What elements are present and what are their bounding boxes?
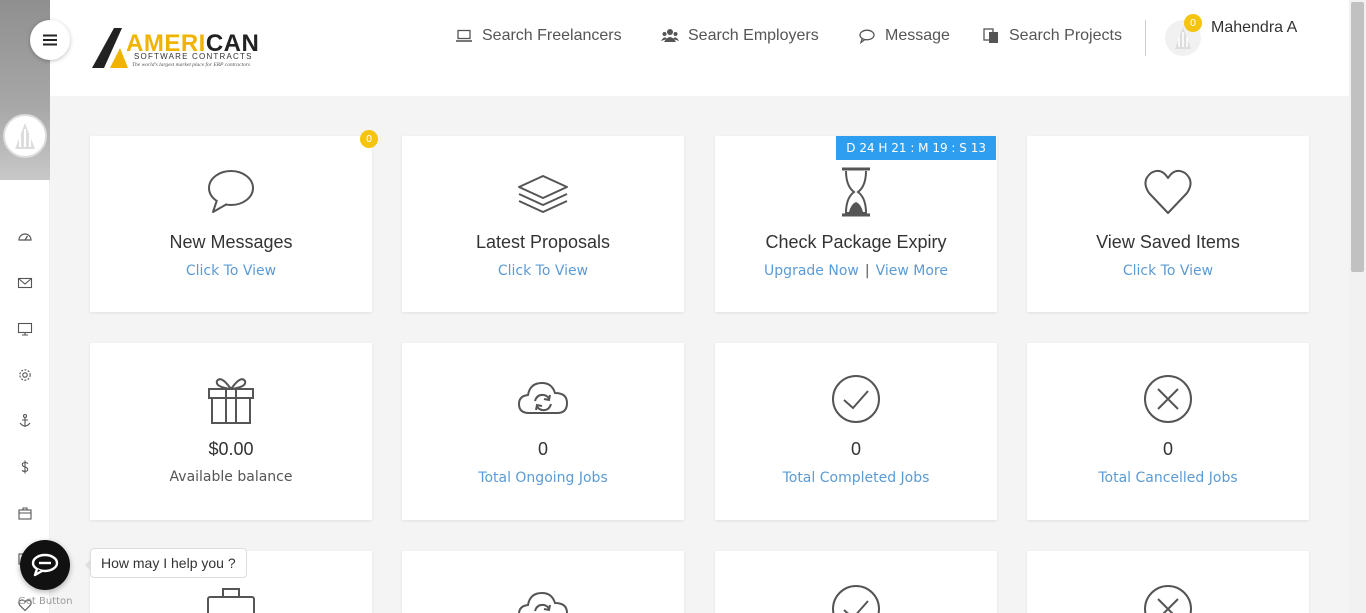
documents-icon bbox=[983, 28, 998, 43]
cloud-sync-icon bbox=[518, 591, 569, 613]
completed-jobs-count: 0 bbox=[850, 439, 861, 459]
card-new-messages[interactable]: New Messages Click To View bbox=[90, 136, 372, 312]
card-package-expiry[interactable]: D 24 H 21 : M 19 : S 13 Check Package Ex… bbox=[715, 136, 997, 312]
dollar-icon bbox=[21, 460, 29, 474]
gift-icon bbox=[208, 378, 254, 424]
menu-toggle-button[interactable] bbox=[30, 20, 70, 60]
sidebar-item-settings[interactable] bbox=[0, 352, 50, 398]
nav-label: Search Projects bbox=[1009, 27, 1122, 44]
chat-icon bbox=[859, 29, 875, 45]
sidebar-item-anchor[interactable] bbox=[0, 398, 50, 444]
card-row3-ongoing[interactable] bbox=[402, 551, 684, 613]
sidebar-avatar[interactable] bbox=[3, 114, 47, 158]
sidebar-item-projects[interactable] bbox=[0, 306, 50, 352]
top-header: AMERICAN SOFTWARE CONTRACTS The world's … bbox=[50, 0, 1350, 96]
nav-search-projects[interactable]: Search Projects bbox=[982, 27, 1122, 45]
check-circle-icon bbox=[832, 375, 880, 423]
logo-subtitle: SOFTWARE CONTRACTS bbox=[134, 52, 253, 61]
nav-search-freelancers[interactable]: Search Freelancers bbox=[455, 27, 622, 45]
ongoing-jobs-link[interactable]: Total Ongoing Jobs bbox=[402, 470, 684, 486]
chat-widget-button[interactable] bbox=[20, 540, 70, 590]
notification-badge: 0 bbox=[1184, 14, 1202, 32]
sidebar-item-dashboard[interactable] bbox=[0, 214, 50, 260]
logo[interactable]: AMERICAN SOFTWARE CONTRACTS The world's … bbox=[90, 24, 260, 72]
users-icon bbox=[661, 29, 679, 42]
nav-divider bbox=[1145, 20, 1146, 56]
nav-search-employers[interactable]: Search Employers bbox=[661, 27, 819, 45]
layers-icon bbox=[518, 175, 568, 213]
card-cancelled-jobs[interactable]: 0 Total Cancelled Jobs bbox=[1027, 343, 1309, 520]
cancelled-jobs-link[interactable]: Total Cancelled Jobs bbox=[1027, 470, 1309, 486]
chat-tooltip[interactable]: How may I help you ? bbox=[85, 548, 247, 578]
x-circle-icon bbox=[1144, 585, 1192, 613]
speech-bubble-icon bbox=[208, 170, 254, 213]
card-title: Check Package Expiry bbox=[765, 232, 947, 252]
briefcase-icon bbox=[207, 588, 255, 613]
nav-label: Message bbox=[885, 27, 950, 44]
envelope-icon bbox=[17, 277, 33, 289]
heart-outline-icon bbox=[1144, 169, 1192, 214]
nav-message[interactable]: Message bbox=[858, 27, 950, 45]
ongoing-jobs-count: 0 bbox=[537, 439, 548, 459]
link-separator: | bbox=[864, 263, 870, 279]
monitor-icon bbox=[17, 322, 33, 336]
completed-jobs-link[interactable]: Total Completed Jobs bbox=[715, 470, 997, 486]
card-links: Upgrade Now | View More bbox=[715, 263, 997, 279]
card-title: View Saved Items bbox=[1096, 232, 1240, 252]
anchor-icon bbox=[19, 413, 31, 427]
card-row3-completed[interactable] bbox=[715, 551, 997, 613]
upgrade-now-link[interactable]: Upgrade Now bbox=[764, 263, 859, 279]
gear-icon bbox=[19, 369, 31, 381]
card-row3-cancelled[interactable] bbox=[1027, 551, 1309, 613]
laptop-icon bbox=[456, 29, 472, 42]
chat-bubbles-icon bbox=[31, 553, 59, 577]
page-scrollbar[interactable] bbox=[1349, 0, 1366, 613]
view-more-link[interactable]: View More bbox=[876, 263, 948, 279]
card-link-click-to-view[interactable]: Click To View bbox=[90, 263, 372, 279]
card-title: New Messages bbox=[169, 232, 293, 252]
messages-count-badge: 0 bbox=[360, 130, 378, 148]
card-latest-proposals[interactable]: Latest Proposals Click To View bbox=[402, 136, 684, 312]
hamburger-icon bbox=[43, 34, 57, 46]
card-available-balance[interactable]: $0.00 Available balance bbox=[90, 343, 372, 520]
card-ongoing-jobs[interactable]: 0 Total Ongoing Jobs bbox=[402, 343, 684, 520]
user-name[interactable]: Mahendra A bbox=[1211, 19, 1297, 37]
sidebar bbox=[0, 0, 50, 613]
x-circle-icon bbox=[1144, 375, 1192, 423]
card-saved-items[interactable]: View Saved Items Click To View bbox=[1027, 136, 1309, 312]
cloud-sync-icon bbox=[517, 381, 569, 414]
card-title: Latest Proposals bbox=[475, 232, 611, 252]
scrollbar-thumb[interactable] bbox=[1351, 2, 1364, 272]
building-icon bbox=[15, 123, 35, 149]
dashboard-icon bbox=[18, 233, 32, 241]
balance-label: Available balance bbox=[169, 469, 293, 485]
cancelled-jobs-count: 0 bbox=[1162, 439, 1173, 459]
sidebar-item-messages[interactable] bbox=[0, 260, 50, 306]
nav-label: Search Employers bbox=[688, 27, 819, 44]
nav-label: Search Freelancers bbox=[482, 27, 622, 44]
logo-tagline: The world's largest market place for ERP… bbox=[132, 62, 251, 68]
package-expiry-timer: D 24 H 21 : M 19 : S 13 bbox=[836, 136, 996, 160]
card-link-click-to-view[interactable]: Click To View bbox=[1027, 263, 1309, 279]
sidebar-item-payments[interactable] bbox=[0, 444, 50, 490]
balance-value: $0.00 bbox=[208, 439, 254, 459]
briefcase-icon bbox=[18, 507, 32, 520]
card-link-click-to-view[interactable]: Click To View bbox=[402, 263, 684, 279]
check-circle-icon bbox=[832, 585, 880, 613]
card-completed-jobs[interactable]: 0 Total Completed Jobs bbox=[715, 343, 997, 520]
hourglass-icon bbox=[842, 167, 870, 217]
chat-widget-label: Get Button bbox=[18, 596, 73, 607]
sidebar-item-jobs[interactable] bbox=[0, 490, 50, 536]
